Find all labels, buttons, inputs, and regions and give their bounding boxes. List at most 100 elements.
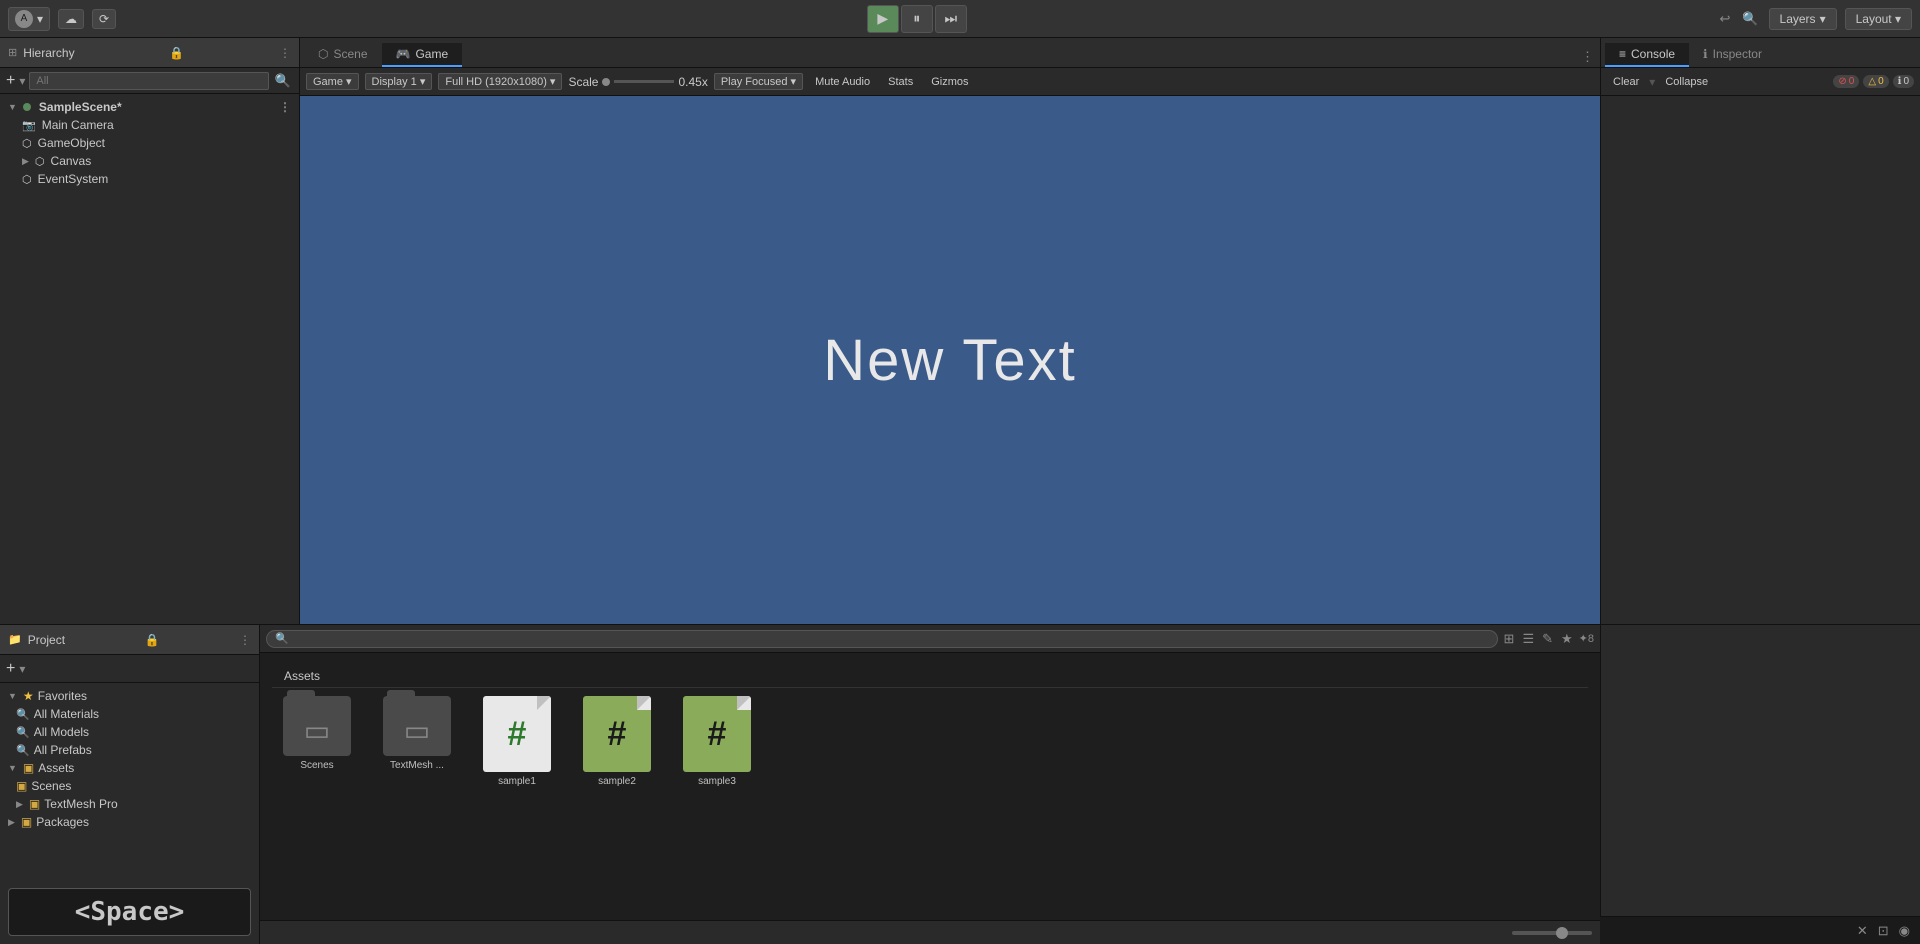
project-all-materials[interactable]: 🔍 All Materials: [0, 705, 259, 723]
tab-inspector[interactable]: ℹ Inspector: [1689, 43, 1776, 67]
asset-sample1[interactable]: # sample1: [472, 692, 562, 791]
info-badge: ℹ 0: [1893, 75, 1914, 88]
hierarchy-lock-icon[interactable]: 🔒: [169, 46, 184, 60]
packages-folder-icon: ▣: [21, 815, 32, 829]
hierarchy-content: ▼ SampleScene* ⋮ 📷 Main Camera ⬡ GameObj…: [0, 94, 299, 624]
bottom-status-bar: ✕ ⊡ ◉: [1600, 916, 1920, 944]
project-assets-section[interactable]: ▼ ▣ Assets: [0, 759, 259, 777]
scene-chevron: ▼: [8, 102, 17, 112]
event-icon: ⬡: [22, 173, 32, 186]
sample1-script-icon: #: [483, 696, 551, 772]
game-toolbar: Game ▾ Display 1 ▾ Full HD (1920x1080) ▾…: [300, 68, 1600, 96]
search-global-button[interactable]: 🔍: [1740, 9, 1760, 29]
layout-dropdown[interactable]: Layout ▾: [1845, 8, 1912, 30]
play-button[interactable]: ▶: [867, 5, 899, 33]
hierarchy-eventsystem[interactable]: ⬡ EventSystem: [0, 170, 299, 188]
project-menu-icon[interactable]: ⋮: [239, 633, 251, 647]
textmesh-folder-graphic: ▭: [383, 696, 451, 756]
project-icon: 📁: [8, 633, 22, 646]
project-tree: ▼ ★ Favorites 🔍 All Materials 🔍 All Mode…: [0, 683, 259, 880]
star-icon: ★: [23, 689, 34, 703]
project-all-prefabs[interactable]: 🔍 All Prefabs: [0, 741, 259, 759]
tab-console[interactable]: ≡ Console: [1605, 43, 1689, 67]
packages-chevron: ▶: [8, 817, 15, 828]
console-clear-button[interactable]: Clear: [1607, 74, 1645, 90]
layers-dropdown[interactable]: Layers ▾: [1769, 8, 1837, 30]
top-bar-right: ↩ 🔍 Layers ▾ Layout ▾: [1717, 8, 1912, 30]
pause-button[interactable]: ⏸: [901, 5, 933, 33]
project-title: Project: [28, 633, 65, 647]
undo-button[interactable]: ↩: [1717, 9, 1732, 29]
project-favorites-section[interactable]: ▼ ★ Favorites: [0, 687, 259, 705]
asset-sample3[interactable]: # sample3: [672, 692, 762, 791]
resolution-dropdown[interactable]: Full HD (1920x1080) ▾: [438, 73, 562, 90]
canvas-label: Canvas: [51, 154, 92, 168]
scenes-asset-label: Scenes: [300, 760, 333, 771]
scale-track[interactable]: [614, 80, 674, 83]
assets-search-input[interactable]: [266, 630, 1498, 648]
status-icon-2[interactable]: ⊡: [1876, 921, 1891, 941]
scenes-folder-icon: ▣: [16, 779, 27, 793]
project-all-models[interactable]: 🔍 All Models: [0, 723, 259, 741]
right-tab-bar: ≡ Console ℹ Inspector: [1601, 38, 1920, 68]
history-button[interactable]: ⟳: [92, 9, 116, 29]
project-scenes[interactable]: ▣ Scenes: [0, 777, 259, 795]
scene-tab-icon: ⬡: [318, 47, 328, 61]
game-tab-icon: 🎮: [396, 47, 411, 61]
zoom-slider[interactable]: [1512, 931, 1592, 935]
project-header: 📁 Project 🔒 ⋮: [0, 625, 259, 655]
project-textmesh[interactable]: ▶ ▣ TextMesh Pro: [0, 795, 259, 813]
status-icon-1[interactable]: ✕: [1855, 921, 1870, 941]
console-collapse-button[interactable]: Collapse: [1659, 74, 1714, 90]
asset-sample2[interactable]: # sample2: [572, 692, 662, 791]
cloud-button[interactable]: ☁: [58, 9, 84, 29]
display-dropdown[interactable]: Display 1 ▾: [365, 73, 433, 90]
project-lock-icon[interactable]: 🔒: [145, 633, 160, 647]
gizmos-button[interactable]: Gizmos: [925, 74, 974, 90]
hierarchy-scene-item[interactable]: ▼ SampleScene* ⋮: [0, 98, 299, 116]
hierarchy-menu-icon[interactable]: ⋮: [279, 46, 291, 60]
assets-filter-btn[interactable]: ✎: [1540, 629, 1555, 649]
status-icon-3[interactable]: ◉: [1897, 921, 1912, 941]
center-tab-menu[interactable]: ⋮: [1579, 47, 1596, 67]
hierarchy-gameobject[interactable]: ⬡ GameObject: [0, 134, 299, 152]
asset-scenes[interactable]: ▭ Scenes: [272, 692, 362, 775]
assets-view-btn-1[interactable]: ⊞: [1502, 629, 1517, 649]
zoom-thumb[interactable]: [1556, 927, 1568, 939]
scene-menu-icon[interactable]: ⋮: [279, 100, 291, 114]
hierarchy-search-input[interactable]: [29, 72, 268, 90]
assets-toolbar-icons: ⊞ ☰ ✎ ★ ✦8: [1502, 629, 1594, 649]
stats-button[interactable]: Stats: [882, 74, 919, 90]
play-focused-dropdown[interactable]: Play Focused ▾: [714, 73, 803, 90]
assets-count: ✦8: [1579, 632, 1594, 645]
hierarchy-toolbar: + ▾ 🔍: [0, 68, 299, 94]
textmesh-asset-label: TextMesh ...: [390, 760, 444, 771]
hierarchy-canvas[interactable]: ▶ ⬡ Canvas: [0, 152, 299, 170]
center-tab-bar: ⬡ Scene 🎮 Game ⋮: [300, 38, 1600, 68]
asset-textmesh[interactable]: ▭ TextMesh ...: [372, 692, 462, 775]
assets-fav-btn[interactable]: ★: [1559, 629, 1575, 649]
hierarchy-search-button[interactable]: 🔍: [273, 71, 293, 91]
mute-audio-button[interactable]: Mute Audio: [809, 74, 876, 90]
search-icon-2: 🔍: [16, 726, 30, 739]
game-dropdown[interactable]: Game ▾: [306, 73, 359, 90]
game-canvas: New Text: [300, 96, 1600, 624]
assets-folder-icon: ▣: [23, 761, 34, 775]
assets-view-btn-2[interactable]: ☰: [1520, 629, 1536, 649]
console-badges: ⊘ 0 △ 0 ℹ 0: [1833, 75, 1914, 88]
hierarchy-add-button[interactable]: +: [6, 72, 15, 90]
assets-label: Assets: [38, 761, 74, 775]
project-add-button[interactable]: +: [6, 660, 15, 678]
hierarchy-main-camera[interactable]: 📷 Main Camera: [0, 116, 299, 134]
error-badge: ⊘ 0: [1833, 75, 1859, 88]
cube-icon: ⬡: [22, 137, 32, 150]
tab-game[interactable]: 🎮 Game: [382, 43, 463, 67]
space-indicator: <Space>: [8, 888, 251, 936]
account-button[interactable]: A ▾: [8, 7, 50, 31]
assets-view: Assets ▭ Scenes ▭ TextMesh ...: [260, 653, 1600, 920]
top-bar-center: ▶ ⏸ ⏭: [867, 5, 967, 33]
step-button[interactable]: ⏭: [935, 5, 967, 33]
main-camera-label: Main Camera: [42, 118, 114, 132]
project-packages-section[interactable]: ▶ ▣ Packages: [0, 813, 259, 831]
tab-scene[interactable]: ⬡ Scene: [304, 43, 382, 67]
